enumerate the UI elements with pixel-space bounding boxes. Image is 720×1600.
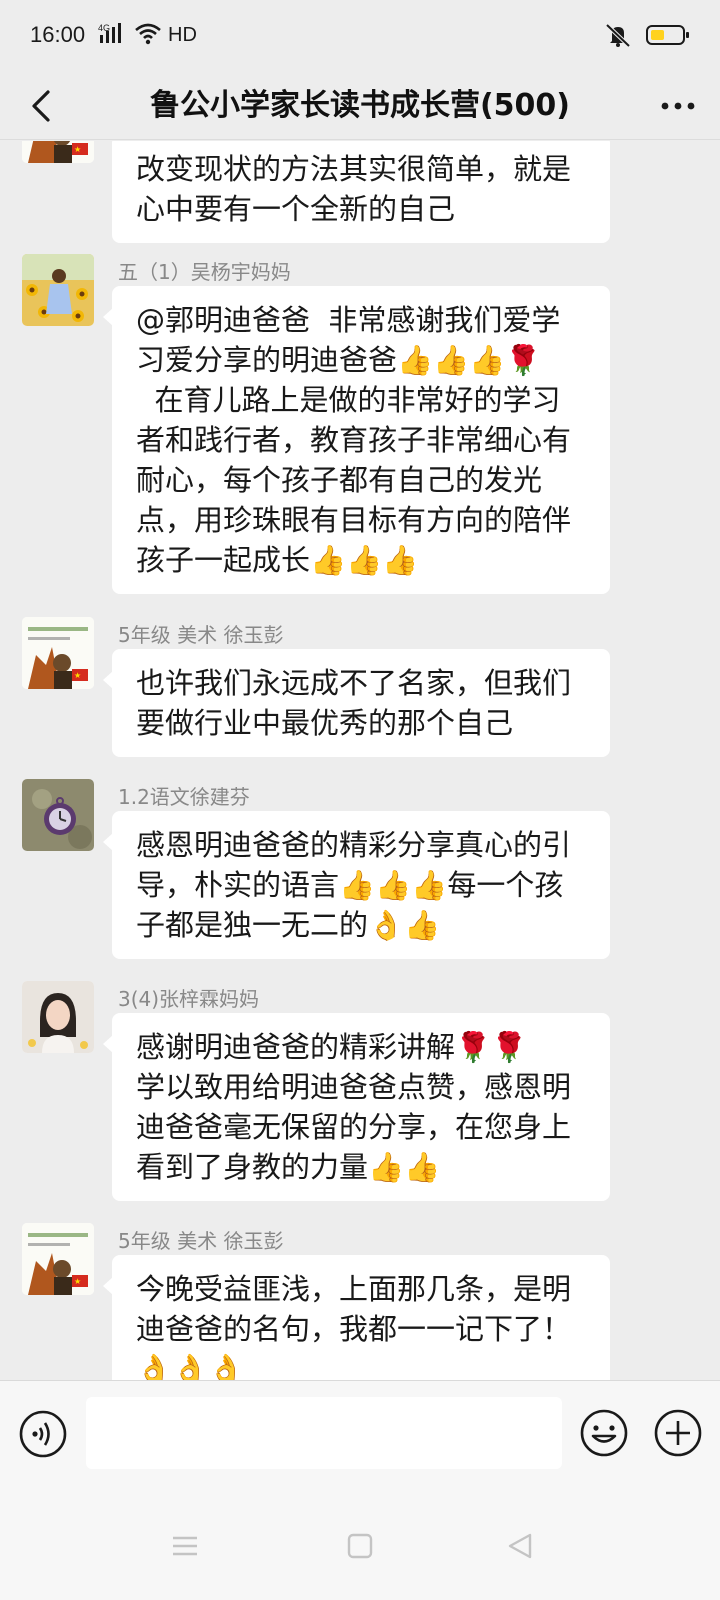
svg-text:★: ★ <box>74 1277 81 1286</box>
more-dots-icon <box>661 102 695 110</box>
signal-icon: 4G <box>98 21 128 49</box>
status-right <box>604 22 690 52</box>
avatar-sunflower-girl-icon[interactable] <box>22 254 94 326</box>
more-options-button[interactable] <box>654 82 702 130</box>
sender-name: 1.2语文徐建芬 <box>118 785 250 809</box>
voice-icon <box>19 1410 67 1458</box>
back-arrow-icon <box>32 90 50 122</box>
plus-icon <box>654 1409 702 1457</box>
message-bubble[interactable]: @郭明迪爸爸 非常感谢我们爱学习爱分享的明迪爸爸👍👍👍🌹 在育儿路上是做的非常好… <box>103 286 610 594</box>
message-bubble[interactable]: 感谢明迪爸爸的精彩讲解🌹🌹 学以致用给明迪爸爸点赞，感恩明迪爸爸毫无保留的分享，… <box>103 1013 610 1201</box>
svg-text:★: ★ <box>74 671 81 680</box>
message-bubble[interactable]: 感恩明迪爸爸的精彩分享真心的引导，朴实的语言👍👍👍每一个孩子都是独一无二的👌👍 <box>103 811 610 959</box>
avatar-art-teacher-icon[interactable]: ★ <box>22 617 94 689</box>
svg-text:★: ★ <box>74 145 81 154</box>
sender-name: 五（1）吴杨宇妈妈 <box>118 260 291 284</box>
more-functions-button[interactable] <box>652 1407 704 1459</box>
sender-name: 3(4)张梓霖妈妈 <box>118 987 260 1011</box>
back-triangle-icon <box>508 1533 532 1559</box>
message-input[interactable] <box>86 1397 562 1469</box>
back-nav-button[interactable] <box>500 1526 540 1566</box>
home-nav-button[interactable] <box>340 1526 380 1566</box>
network-status: 4G HD <box>98 22 197 48</box>
status-bar: 16:00 4G HD <box>0 0 720 72</box>
sender-name: 5年级 美术 徐玉彭 <box>118 623 284 647</box>
emoji-smile-icon <box>580 1409 628 1457</box>
emoji-button[interactable] <box>578 1407 630 1459</box>
message-bubble[interactable]: 也许我们永远成不了名家，但我们 要做行业中最优秀的那个自己 <box>103 649 610 757</box>
avatar-woman-portrait-icon[interactable] <box>22 981 94 1053</box>
chat-title: 鲁公小学家长读书成长营(500) <box>149 88 571 123</box>
status-time: 16:00 <box>30 22 86 47</box>
voice-input-button[interactable] <box>18 1409 68 1459</box>
hd-label: HD <box>168 23 197 46</box>
wifi-icon <box>134 21 162 49</box>
input-bar <box>0 1380 720 1486</box>
menu-lines-icon <box>173 1536 197 1556</box>
battery-icon <box>646 23 690 51</box>
back-button[interactable] <box>18 82 66 130</box>
avatar-pocket-watch-icon[interactable] <box>22 779 94 851</box>
avatar-art-teacher-icon[interactable]: ★ <box>22 141 94 163</box>
avatar-art-teacher-icon[interactable]: ★ <box>22 1223 94 1295</box>
sender-name: 5年级 美术 徐玉彭 <box>118 1229 284 1253</box>
message-bubble[interactable]: 改变现状的方法其实很简单，就是 心中要有一个全新的自己 <box>112 141 610 243</box>
message-list[interactable]: ★ 改变现状的方法其实很简单，就是 心中要有一个全新的自己 五（1）吴杨宇妈妈 … <box>0 141 720 1380</box>
home-square-icon <box>347 1533 373 1559</box>
system-navigation-bar <box>0 1486 720 1600</box>
message-bubble[interactable]: 今晚受益匪浅，上面那几条，是明迪爸爸的名句，我都一一记下了！ 👌👌👌 <box>103 1255 610 1380</box>
menu-nav-button[interactable] <box>165 1526 205 1566</box>
mute-bell-icon <box>604 22 632 52</box>
chat-header: 鲁公小学家长读书成长营(500) <box>0 72 720 140</box>
